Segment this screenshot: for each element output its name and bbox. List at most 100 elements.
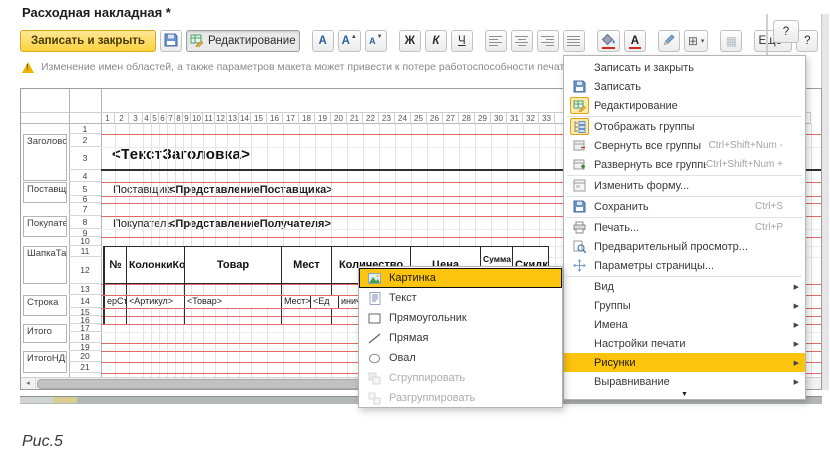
italic-button[interactable]: К [425,30,447,52]
row-header-cell[interactable]: 1 [69,124,101,134]
menu-item[interactable]: Прямая [359,328,562,348]
column-header-cell[interactable]: 12 [215,112,227,124]
font-color-button[interactable]: А [624,30,646,52]
menu-item[interactable]: Отображать группы [564,117,805,136]
menu-item[interactable]: Картинка [359,268,562,288]
underline-button[interactable]: Ч [451,30,473,52]
column-header-cell[interactable]: 8 [175,112,183,124]
column-header-cell[interactable]: 21 [347,112,363,124]
table-template-cell[interactable]: <Товар> [184,295,281,308]
row-header-cell[interactable]: 12 [69,257,101,284]
menu-item[interactable]: Разгруппировать [359,388,562,408]
borders-dropdown-button[interactable]: ⊞▾ [684,30,709,52]
menu-item[interactable]: Записать [564,77,805,96]
table-header-cell[interactable]: Мест [281,246,332,284]
column-header-cell[interactable]: 11 [203,112,215,124]
column-header-cell[interactable]: 22 [363,112,379,124]
section-label[interactable]: Заголовок [23,134,67,181]
help-button[interactable]: ? [796,30,818,52]
menu-item[interactable]: Прямоугольник [359,308,562,328]
column-header-cell[interactable]: 6 [159,112,167,124]
menu-item[interactable]: Выравнивание▶ [564,372,805,391]
row-header-cell[interactable]: 13 [69,284,101,295]
menu-item[interactable]: Группы▶ [564,296,805,315]
font-decrease-button[interactable]: А▼ [365,30,387,52]
section-label[interactable]: ШапкаТабли [23,246,67,284]
column-header-cell[interactable]: 17 [283,112,299,124]
table-template-cell[interactable]: Мест> [281,295,310,308]
font-increase-button[interactable]: А▲ [338,30,361,52]
menu-item[interactable]: Текст [359,288,562,308]
bold-button[interactable]: Ж [399,30,421,52]
column-header-cell[interactable]: 32 [523,112,539,124]
table-header-cell[interactable]: № [103,246,127,284]
column-header-cell[interactable]: 7 [167,112,175,124]
column-header-cell[interactable]: 10 [191,112,203,124]
save-button[interactable] [160,30,182,52]
panel-help-button[interactable]: ? [773,20,799,43]
table-template-cell[interactable]: <Артикул> [126,295,184,308]
column-header-cell[interactable]: 20 [331,112,347,124]
table-header-cell[interactable]: Товар [184,246,282,284]
column-header-cell[interactable]: 4 [143,112,151,124]
section-label[interactable]: Покупатель [23,216,67,237]
column-header-cell[interactable]: 9 [183,112,191,124]
column-header-cell[interactable]: 15 [251,112,267,124]
column-header-cell[interactable]: 28 [459,112,475,124]
column-header-cell[interactable]: 26 [427,112,443,124]
menu-scroll-down-icon[interactable]: ▼ [564,390,805,399]
editing-toggle-button[interactable]: Редактирование [186,30,300,52]
menu-item[interactable]: Редактирование [564,96,805,115]
column-header-cell[interactable]: 27 [443,112,459,124]
row-header-cell[interactable]: 4 [69,170,101,182]
section-label[interactable]: Поставщик [23,182,67,203]
draw-pencil-button[interactable] [658,30,680,52]
column-header-cell[interactable]: 1 [101,112,115,124]
column-header-cell[interactable]: 19 [315,112,331,124]
menu-item[interactable]: Рисунки▶ [564,353,805,372]
column-header-cell[interactable]: 5 [151,112,159,124]
menu-item[interactable]: СохранитьCtrl+S [564,197,805,216]
menu-item[interactable]: Параметры страницы... [564,256,805,275]
table-template-cell[interactable]: ерСтр [103,295,126,308]
column-header-cell[interactable]: 3 [129,112,143,124]
row-header-cell[interactable]: 3 [69,147,101,170]
menu-item[interactable]: Предварительный просмотр... [564,237,805,256]
menu-item[interactable]: Имена▶ [564,315,805,334]
row-header-cell[interactable]: 10 [69,237,101,246]
menu-item[interactable]: Развернуть все группыCtrl+Shift+Num + [564,155,805,174]
menu-item[interactable]: Записать и закрыть [564,58,805,77]
section-label[interactable]: ИтогоНДС [23,351,67,373]
column-header-cell[interactable]: 13 [227,112,239,124]
column-header-cell[interactable]: 29 [475,112,491,124]
row-header-cell[interactable]: 20 [69,351,101,362]
row-header-cell[interactable]: 17 [69,324,101,332]
scrollbar-left-arrow-icon[interactable]: ◂ [21,378,36,389]
menu-item[interactable]: Сгруппировать [359,368,562,388]
section-label[interactable]: Строка [23,295,67,316]
menu-item[interactable]: Свернуть все группыCtrl+Shift+Num - [564,136,805,155]
align-right-button[interactable] [537,30,559,52]
menu-item[interactable]: Настройки печати▶ [564,334,805,353]
table-header-cell[interactable]: КолонкиКо [126,246,185,284]
cell-title-text[interactable]: <ТекстЗаголовка> [112,146,250,163]
column-header-cell[interactable]: 25 [411,112,427,124]
merge-cells-button[interactable]: ▦ [720,30,742,52]
align-center-button[interactable] [511,30,533,52]
row-header-cell[interactable]: 7 [69,203,101,216]
font-button[interactable]: А [312,30,334,52]
table-template-cell[interactable]: <Ед [310,295,338,308]
align-justify-button[interactable] [563,30,585,52]
row-header-cell[interactable]: 11 [69,246,101,257]
menu-item[interactable]: Изменить форму... [564,176,805,195]
row-header-cell[interactable]: 19 [69,343,101,351]
column-header-cell[interactable]: 24 [395,112,411,124]
save-and-close-button[interactable]: Записать и закрыть [20,30,156,52]
column-header-cell[interactable]: 2 [115,112,129,124]
column-header-cell[interactable]: 14 [239,112,251,124]
column-header-cell[interactable]: 31 [507,112,523,124]
row-header-cell[interactable]: 6 [69,196,101,203]
align-left-button[interactable] [485,30,507,52]
column-header-cell[interactable]: 30 [491,112,507,124]
row-header-cell[interactable]: 21 [69,362,101,373]
